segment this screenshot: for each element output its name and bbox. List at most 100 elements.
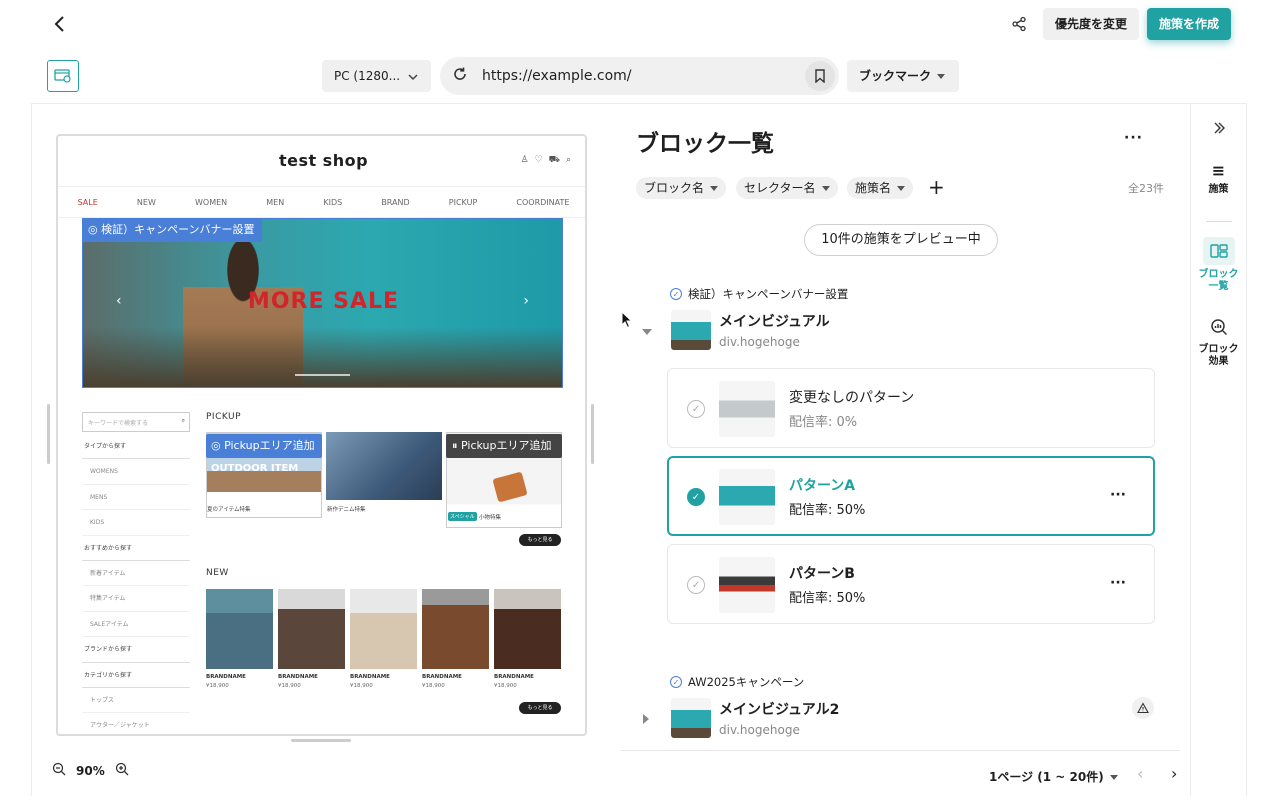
check-circle-icon[interactable]: ✓ — [687, 576, 705, 594]
check-circle-filled-icon[interactable]: ✓ — [687, 488, 705, 506]
device-select[interactable]: PC (1280... — [322, 60, 431, 92]
product-image[interactable] — [206, 589, 273, 669]
pattern-card-selected[interactable]: ✓ パターンA 配信率: 50% ··· — [667, 456, 1155, 536]
filter-chip-block-name[interactable]: ブロック名 — [636, 177, 727, 199]
filter-chip-selector-name[interactable]: セレクター名 — [736, 177, 838, 199]
collapse-sidebar-icon[interactable] — [1190, 121, 1247, 139]
pattern-card[interactable]: ✓ 変更なしのパターン 配信率: 0% — [667, 368, 1155, 448]
block-selector: div.hogehoge — [719, 335, 800, 349]
more-options-icon[interactable]: ··· — [1110, 575, 1126, 591]
sidebar-item-campaigns[interactable]: ≡ 施策 — [1190, 162, 1247, 196]
prev-page-icon[interactable]: ‹ — [1137, 764, 1143, 783]
shop-side-item[interactable]: トップス — [82, 688, 190, 714]
preview-count-pill[interactable]: 10件の施策をプレビュー中 — [804, 224, 998, 256]
cart-icon: ⛟ — [548, 155, 560, 165]
shop-side-item[interactable]: おすすめから探す — [82, 536, 190, 561]
product-image[interactable] — [422, 589, 489, 669]
zoom-in-icon[interactable] — [115, 762, 129, 779]
sidebar-item-label: ブロック効果 — [1198, 344, 1239, 367]
pattern-card[interactable]: ✓ パターンB 配信率: 50% ··· — [667, 544, 1155, 624]
more-button[interactable]: もっと見る — [519, 534, 561, 546]
product-image[interactable] — [494, 589, 561, 669]
expand-icon[interactable] — [643, 714, 649, 724]
shop-side-item[interactable]: ブランドから探す — [82, 637, 190, 663]
product-image[interactable] — [278, 589, 345, 669]
more-options-icon[interactable]: ··· — [1110, 487, 1126, 503]
url-bar[interactable]: https://example.com/ — [440, 57, 839, 95]
caret-down-icon — [1109, 775, 1118, 780]
caret-down-icon — [897, 186, 906, 191]
zoom-out-icon[interactable] — [52, 762, 66, 779]
site-preview[interactable]: test shop ♙ ♡ ⛟ ⌕ SALE NEW WOMEN MEN KID… — [56, 134, 587, 736]
next-page-icon[interactable]: › — [1171, 764, 1177, 783]
pickup-caption: 新作デニム特集 — [327, 507, 366, 513]
shop-side-item[interactable]: 新着アイテム — [82, 561, 190, 587]
shop-nav-item[interactable]: NEW — [137, 198, 156, 207]
pickup-paused-badge[interactable]: ⏸ Pickupエリア追加 — [446, 434, 562, 458]
shop-header-icons: ♙ ♡ ⛟ ⌕ — [520, 155, 571, 166]
chevron-down-icon — [407, 60, 419, 92]
add-filter-icon[interactable]: + — [928, 176, 945, 198]
filter-chip-campaign-name[interactable]: 施策名 — [847, 177, 914, 199]
shop-nav-item[interactable]: BRAND — [381, 198, 409, 207]
shop-title: test shop — [278, 151, 369, 170]
product-name: BRANDNAME — [422, 674, 462, 680]
shop-nav-item[interactable]: SALE — [78, 198, 98, 207]
sidebar-item-block-effect[interactable]: ブロック効果 — [1190, 318, 1247, 368]
block-title[interactable]: メインビジュアル2 — [719, 699, 839, 719]
shop-nav-item[interactable]: COORDINATE — [516, 198, 569, 207]
preview-mode-icon[interactable] — [47, 60, 79, 92]
warning-icon[interactable] — [1132, 697, 1154, 719]
shop-side-item[interactable]: 特集アイテム — [82, 586, 190, 612]
more-options-icon[interactable]: ··· — [1124, 130, 1143, 146]
back-arrow-icon[interactable] — [48, 12, 72, 36]
shop-nav-item[interactable]: PICKUP — [449, 198, 477, 207]
shop-nav-item[interactable]: WOMEN — [195, 198, 227, 207]
hero-next-icon[interactable]: › — [523, 293, 529, 309]
more-button[interactable]: もっと見る — [519, 702, 561, 714]
block-title[interactable]: メインビジュアル — [719, 311, 830, 331]
sidebar-item-block-list[interactable]: ブロック一覧 — [1190, 237, 1247, 293]
create-campaign-button[interactable]: 施策を作成 — [1147, 8, 1231, 40]
shop-side-item[interactable]: カテゴリから探す — [82, 663, 190, 688]
url-text[interactable]: https://example.com/ — [482, 57, 632, 95]
bookmark-icon[interactable] — [805, 61, 835, 91]
change-priority-button[interactable]: 優先度を変更 — [1043, 8, 1139, 40]
shop-side-item[interactable]: SALEアイテム — [82, 612, 190, 638]
shop-side-item[interactable]: MENS — [82, 485, 190, 511]
product-price: ¥18,900 — [422, 683, 445, 689]
share-icon[interactable] — [1006, 12, 1032, 36]
reload-icon[interactable] — [450, 66, 470, 86]
shop-search-input[interactable]: キーワードで検索する ⌕ — [82, 412, 190, 432]
wallet-image — [492, 471, 528, 503]
blocks-icon — [1202, 237, 1235, 265]
hero-prev-icon[interactable]: ‹ — [116, 293, 122, 309]
resize-handle-bottom[interactable] — [291, 739, 351, 742]
resize-handle-left[interactable] — [47, 404, 50, 464]
campaign-overlay-badge[interactable]: ◎ 検証）キャンペーンバナー設置 — [82, 218, 262, 242]
collapse-icon[interactable] — [642, 329, 652, 335]
block-thumbnail — [671, 698, 711, 738]
shop-side-item[interactable]: タイプから探す — [82, 434, 190, 460]
resize-handle-right[interactable] — [591, 404, 594, 464]
shop-sidebar: キーワードで検索する ⌕ タイプから探す WOMENS MENS KIDS おすす… — [82, 412, 190, 734]
check-circle-icon[interactable]: ✓ — [687, 400, 705, 418]
device-select-label: PC (1280... — [334, 69, 401, 83]
caret-down-icon — [821, 186, 830, 191]
pickup-badge-label: Pickupエリア追加 — [461, 439, 552, 452]
shop-side-item[interactable]: KIDS — [82, 510, 190, 536]
pickup-card-denim[interactable] — [326, 432, 442, 500]
pickup-badge-label: Pickupエリア追加 — [224, 439, 315, 452]
shop-nav-item[interactable]: KIDS — [323, 198, 342, 207]
shop-side-item[interactable]: WOMENS — [82, 459, 190, 485]
new-section-label: NEW — [206, 568, 229, 578]
pattern-thumbnail — [719, 469, 775, 525]
shop-side-item[interactable]: アウター／ジャケット — [82, 713, 190, 734]
hero-banner[interactable]: MORE SALE ‹ › — [82, 218, 563, 388]
bookmark-dropdown[interactable]: ブックマーク — [847, 60, 959, 92]
sidebar-item-label: 施策 — [1208, 184, 1229, 195]
pickup-campaign-badge[interactable]: ◎ Pickupエリア追加 — [206, 434, 322, 458]
shop-nav-item[interactable]: MEN — [266, 198, 284, 207]
product-image[interactable] — [350, 589, 417, 669]
pagination-select[interactable]: 1ページ (1 ~ 20件) — [989, 768, 1118, 785]
